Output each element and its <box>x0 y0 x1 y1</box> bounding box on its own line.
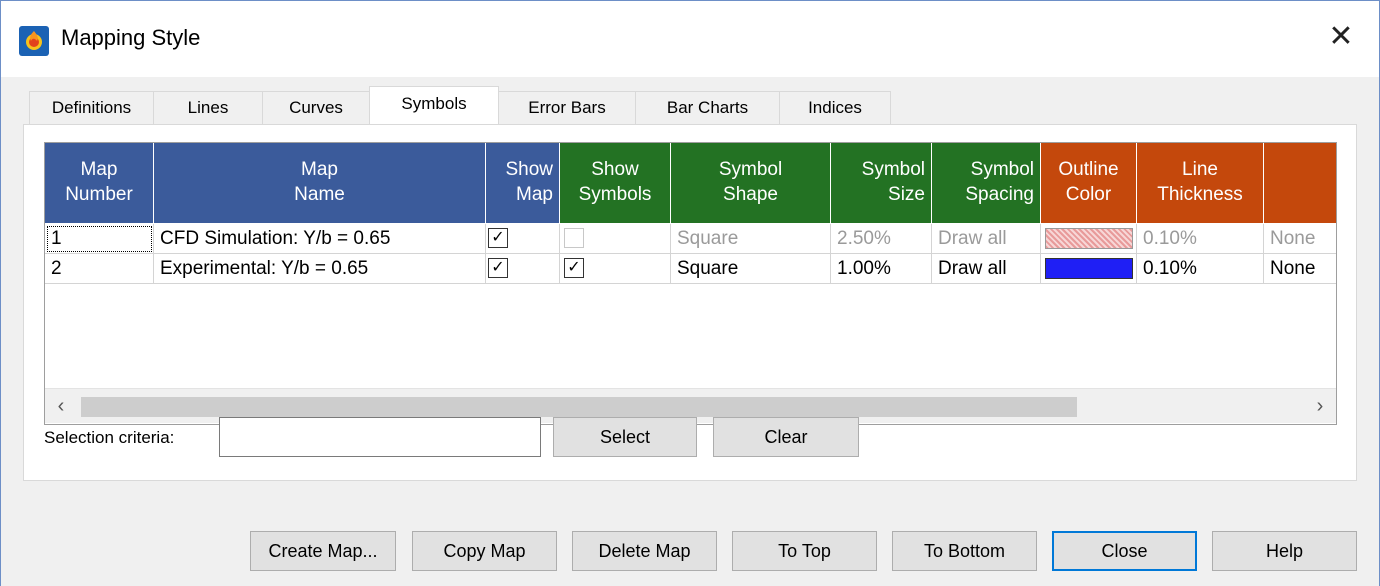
header-line: Name <box>294 184 345 205</box>
tab-curves[interactable]: Curves <box>262 91 370 124</box>
cell-show-map[interactable]: ✓ <box>486 254 560 284</box>
to-bottom-button[interactable]: To Bottom <box>892 531 1037 571</box>
col-header-symbol-shape[interactable]: Symbol Shape <box>671 143 831 223</box>
create-map-button[interactable]: Create Map... <box>250 531 396 571</box>
cell-line-pattern[interactable]: None <box>1264 224 1336 254</box>
cell-line-thickness[interactable]: 0.10% <box>1137 254 1264 284</box>
cell-outline-color[interactable] <box>1041 224 1137 254</box>
tab-error-bars[interactable]: Error Bars <box>498 91 636 124</box>
help-button[interactable]: Help <box>1212 531 1357 571</box>
cell-symbol-shape[interactable]: Square <box>671 254 831 284</box>
header-line: Map <box>80 159 118 181</box>
scroll-left-icon[interactable]: ‹ <box>49 395 73 419</box>
cell-symbol-spacing[interactable]: Draw all <box>932 254 1041 284</box>
cell-show-symbols[interactable]: ✓ <box>560 254 671 284</box>
cell-symbol-spacing[interactable]: Draw all <box>932 224 1041 254</box>
tab-indices[interactable]: Indices <box>779 91 891 124</box>
scroll-right-icon[interactable]: › <box>1308 395 1332 419</box>
delete-map-button[interactable]: Delete Map <box>572 531 717 571</box>
header-line: Size <box>888 184 925 205</box>
header-line: Spacing <box>965 184 1034 205</box>
select-button[interactable]: Select <box>553 417 697 457</box>
window-title: Mapping Style <box>61 25 201 50</box>
cell-map-number[interactable]: 1 <box>45 224 154 254</box>
header-line: Symbols <box>578 184 652 205</box>
col-header-map-name[interactable]: Map Name <box>154 143 486 223</box>
header-line: Number <box>65 184 133 205</box>
map-grid: Map Number Map Name Show Map Show Symbol… <box>44 142 1337 425</box>
cell-line-pattern[interactable]: None <box>1264 254 1336 284</box>
cell-outline-color[interactable] <box>1041 254 1137 284</box>
show-symbols-checkbox[interactable] <box>564 228 584 248</box>
cell-symbol-size[interactable]: 2.50% <box>831 224 932 254</box>
header-line: Symbol <box>861 159 925 181</box>
cell-map-number[interactable]: 2 <box>45 254 154 284</box>
copy-map-button[interactable]: Copy Map <box>412 531 557 571</box>
cell-line-thickness[interactable]: 0.10% <box>1137 224 1264 254</box>
close-button[interactable]: Close <box>1052 531 1197 571</box>
clear-button[interactable]: Clear <box>713 417 859 457</box>
header-line: Outline <box>1058 159 1119 181</box>
header-line: Map <box>516 184 553 205</box>
header-line: Symbol <box>970 159 1034 181</box>
cell-symbol-size[interactable]: 1.00% <box>831 254 932 284</box>
tab-definitions[interactable]: Definitions <box>29 91 154 124</box>
scrollbar-thumb[interactable] <box>81 397 1077 417</box>
selection-criteria-input[interactable] <box>219 417 541 457</box>
outline-color-swatch[interactable] <box>1045 258 1133 279</box>
close-window-icon[interactable]: ✕ <box>1323 19 1359 55</box>
header-line: Color <box>1065 184 1112 205</box>
cell-map-name[interactable]: Experimental: Y/b = 0.65 <box>154 254 486 284</box>
show-map-checkbox[interactable]: ✓ <box>488 228 508 248</box>
col-header-outline-color[interactable]: Outline Color <box>1041 143 1137 223</box>
col-header-show-map[interactable]: Show Map <box>486 143 560 223</box>
col-header-line-thickness[interactable]: Line Thickness <box>1137 143 1264 223</box>
title-bar: Mapping Style ✕ <box>1 1 1379 77</box>
header-line: Symbol <box>718 159 783 181</box>
cell-show-map[interactable]: ✓ <box>486 224 560 254</box>
col-header-show-symbols[interactable]: Show Symbols <box>560 143 671 223</box>
tab-symbols[interactable]: Symbols <box>369 86 499 124</box>
header-line: Show <box>591 159 639 181</box>
cell-show-symbols[interactable] <box>560 224 671 254</box>
header-line: Map <box>301 159 338 181</box>
cell-map-name[interactable]: CFD Simulation: Y/b = 0.65 <box>154 224 486 254</box>
outline-color-swatch[interactable] <box>1045 228 1133 249</box>
header-line: Show <box>505 159 553 181</box>
header-line: Shape <box>723 184 778 205</box>
col-header-symbol-spacing[interactable]: Symbol Spacing <box>932 143 1041 223</box>
col-header-map-number[interactable]: Map Number <box>45 143 154 223</box>
show-map-checkbox[interactable]: ✓ <box>488 258 508 278</box>
mapping-style-dialog: Mapping Style ✕ Definitions Lines Curves… <box>0 0 1380 586</box>
header-line: Line <box>1182 159 1218 181</box>
cell-symbol-shape[interactable]: Square <box>671 224 831 254</box>
app-icon <box>19 26 49 56</box>
header-line: Thickness <box>1157 184 1243 205</box>
selection-criteria-label: Selection criteria: <box>44 428 175 447</box>
symbols-tab-panel: Map Number Map Name Show Map Show Symbol… <box>23 124 1357 481</box>
to-top-button[interactable]: To Top <box>732 531 877 571</box>
show-symbols-checkbox[interactable]: ✓ <box>564 258 584 278</box>
tab-lines[interactable]: Lines <box>153 91 263 124</box>
tab-bar-charts[interactable]: Bar Charts <box>635 91 780 124</box>
col-header-partial[interactable]: I <box>1264 143 1336 223</box>
col-header-symbol-size[interactable]: Symbol Size <box>831 143 932 223</box>
